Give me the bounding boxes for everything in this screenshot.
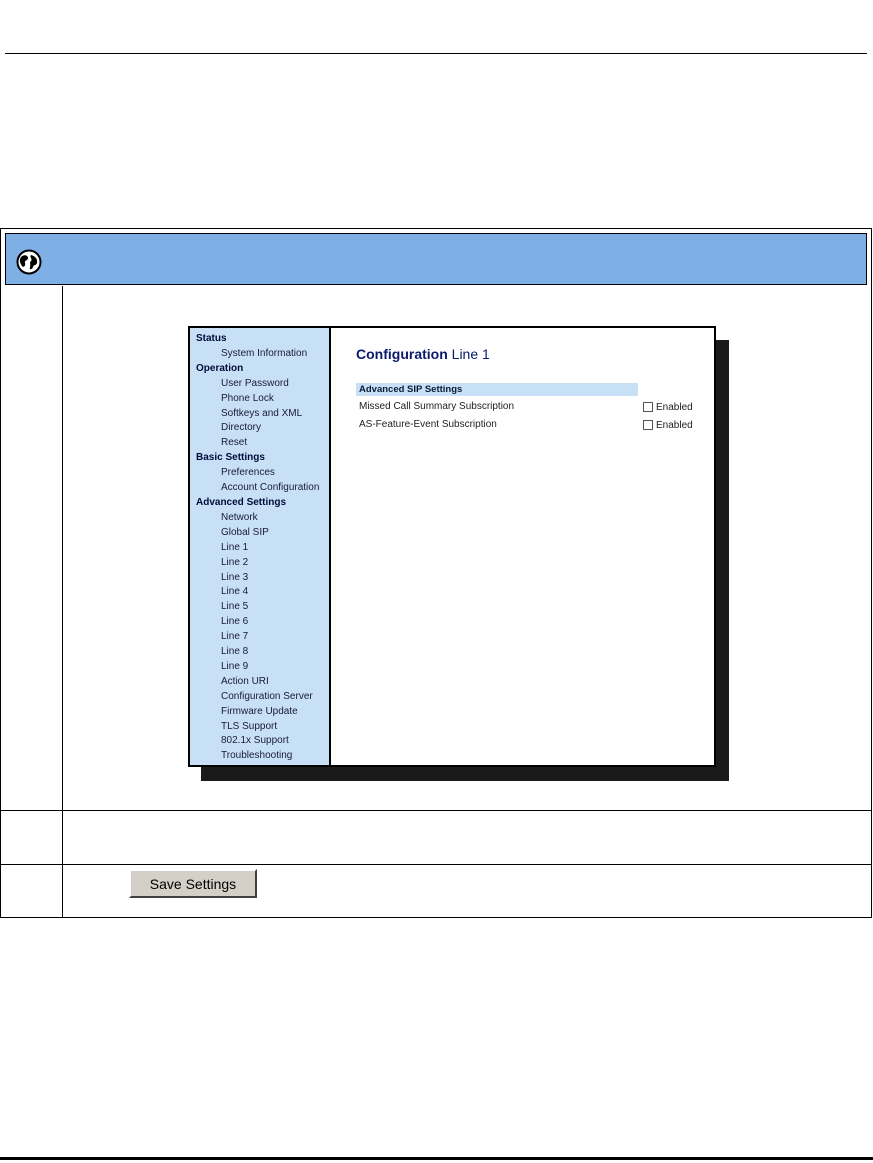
sidebar-item[interactable]: Global SIP [190,526,329,541]
sidebar-item[interactable]: Troubleshooting [190,749,329,764]
sidebar-item[interactable]: Configuration Server [190,690,329,705]
sidebar-item[interactable]: User Password [190,377,329,392]
as-feature-event-label: AS-Feature-Event Subscription [359,419,497,430]
sidebar-item[interactable]: Line 4 [190,585,329,600]
sidebar-item[interactable]: Firmware Update [190,705,329,720]
procedure-header-bar [5,233,867,285]
sidebar-item[interactable]: Reset [190,436,329,451]
sidebar-item[interactable]: 802.1x Support [190,734,329,749]
embedded-config-screenshot: Status System Information Operation User Pa… [188,326,716,767]
page-top-rule [5,53,867,54]
sidebar-item[interactable]: Line 2 [190,556,329,571]
sidebar-item[interactable]: Action URI [190,675,329,690]
sidebar-group-heading[interactable]: Status [190,332,329,347]
sidebar-item[interactable]: Line 9 [190,660,329,675]
row-divider [1,810,871,811]
sidebar-item[interactable]: Line 1 [190,541,329,556]
sidebar-item[interactable]: Line 5 [190,600,329,615]
config-main-panel: Configuration Line 1 Advanced SIP Settin… [331,328,714,765]
page-title-rest: Line 1 [451,346,490,362]
sidebar-item[interactable]: System Information [190,347,329,362]
globe-icon [16,249,42,275]
missed-call-summary-label: Missed Call Summary Subscription [359,401,515,412]
save-settings-button[interactable]: Save Settings [129,869,257,898]
missed-call-summary-enabled-label: Enabled [656,402,693,413]
sidebar-item[interactable]: Preferences [190,466,329,481]
page-title: Configuration Line 1 [356,346,490,362]
as-feature-event-enabled-label: Enabled [656,420,693,431]
step-column-divider [62,286,63,917]
sidebar-item[interactable]: Line 8 [190,645,329,660]
sidebar-item[interactable]: Line 6 [190,615,329,630]
page-bottom-rule [0,1157,873,1160]
sidebar-item[interactable]: Account Configuration [190,481,329,496]
sidebar-group-heading[interactable]: Basic Settings [190,451,329,466]
section-header: Advanced SIP Settings [356,383,638,396]
sidebar-item[interactable]: Directory [190,421,329,436]
sidebar-item[interactable]: Line 7 [190,630,329,645]
sidebar-group-heading[interactable]: Advanced Settings [190,496,329,511]
sidebar-item[interactable]: Network [190,511,329,526]
sidebar-item[interactable]: TLS Support [190,720,329,735]
sidebar-item[interactable]: Softkeys and XML [190,407,329,422]
missed-call-summary-checkbox[interactable] [643,402,653,412]
sidebar-nav: Status System Information Operation User Pa… [190,328,331,765]
row-divider [1,864,871,865]
sidebar-item[interactable]: Line 3 [190,571,329,586]
sidebar-item[interactable]: Phone Lock [190,392,329,407]
as-feature-event-checkbox[interactable] [643,420,653,430]
sidebar-group-heading[interactable]: Operation [190,362,329,377]
page-title-bold: Configuration [356,346,448,362]
